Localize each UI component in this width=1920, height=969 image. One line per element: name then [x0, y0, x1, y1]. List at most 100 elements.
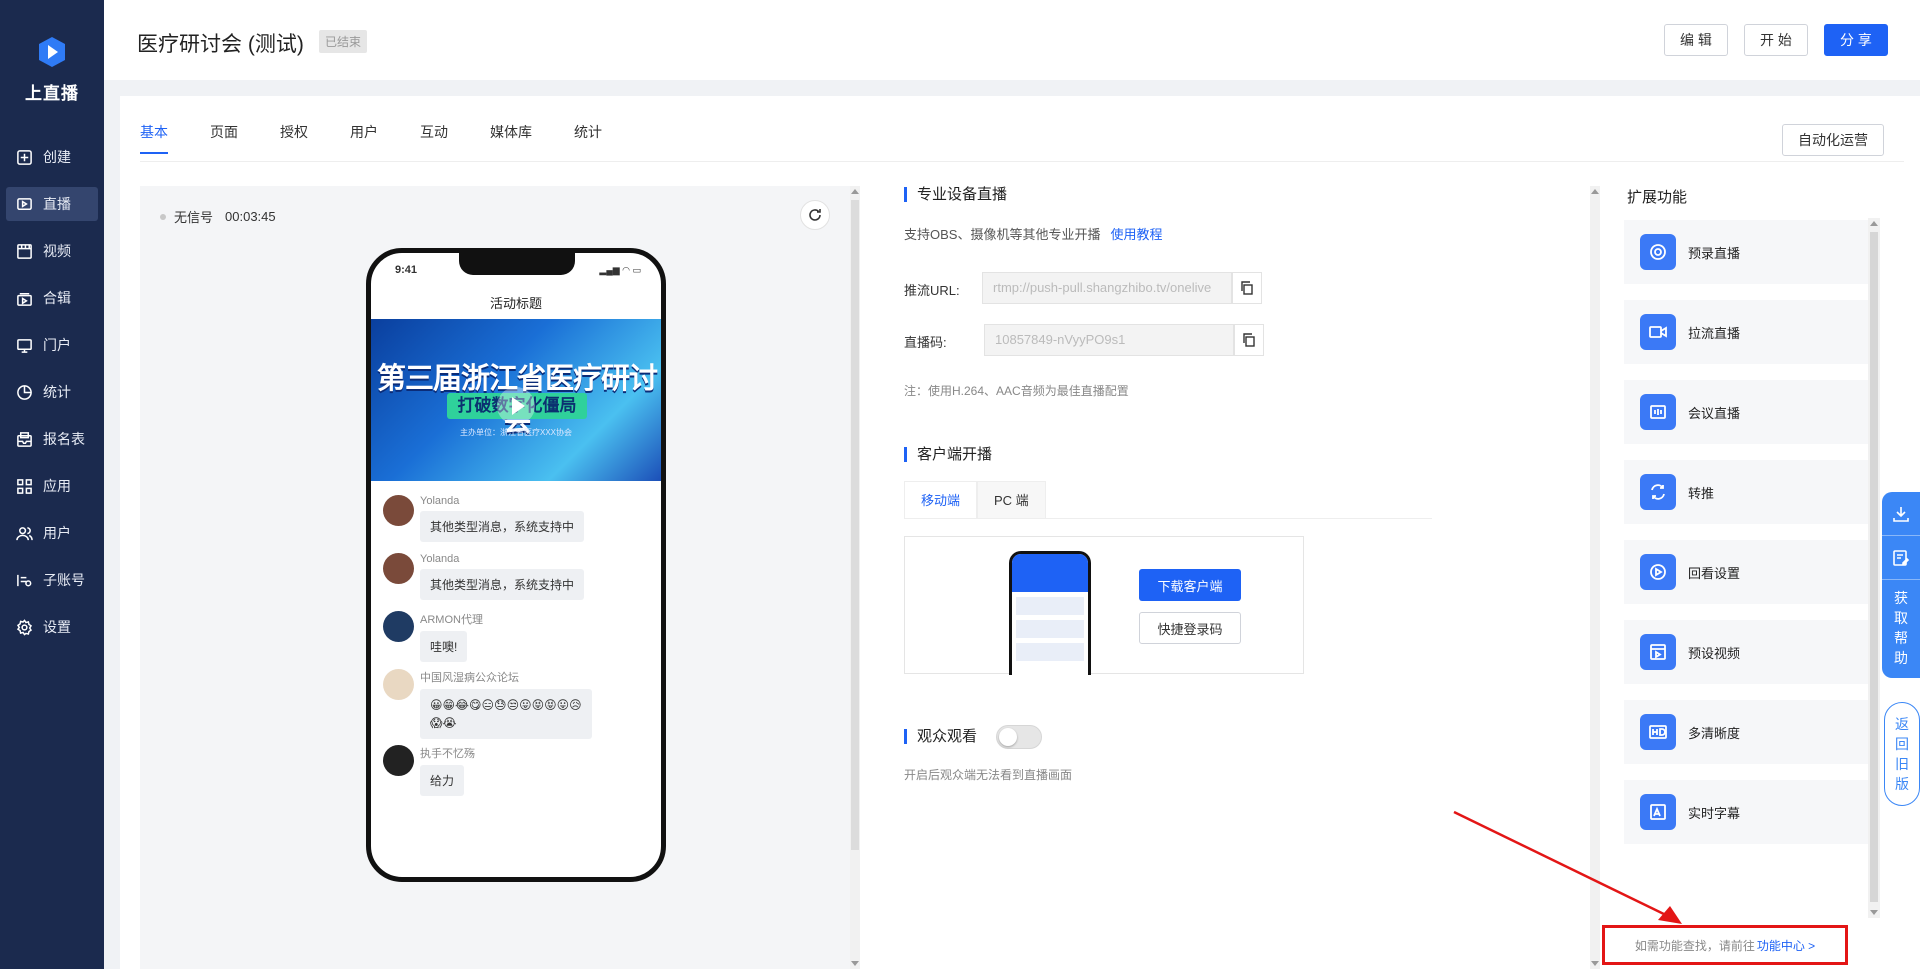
sidebar-item-collection[interactable]: 合辑 [6, 281, 98, 315]
copy-icon [1243, 333, 1255, 347]
feedback-float-button[interactable] [1882, 536, 1920, 580]
client-download-box: 下载客户端 快捷登录码 [904, 536, 1304, 675]
sub-account-icon [17, 574, 32, 586]
phone-preview: 9:41 ▂▄▆ ◠ ▭ 活动标题 第三届浙江省医疗研讨会 打破数字化僵局 主办… [366, 248, 666, 882]
phone-time: 9:41 [395, 264, 418, 276]
sidebar-item-video[interactable]: 视频 [6, 234, 98, 268]
ext-item-prerecord[interactable]: 预录直播 [1624, 220, 1868, 284]
ext-item-label: 预设视频 [1688, 645, 1741, 661]
automation-button[interactable]: 自动化运营 [1782, 124, 1884, 156]
tab-auth[interactable]: 授权 [280, 122, 308, 154]
sidebar-item-label: 设置 [43, 619, 71, 635]
extensions-title: 扩展功能 [1627, 189, 1688, 206]
app-preview-image [1009, 551, 1091, 675]
plus-square-icon [17, 149, 32, 165]
copy-code-button[interactable] [1234, 324, 1264, 356]
chat-message: ARMON代理 哇噢! [383, 611, 483, 662]
edit-note-icon [1893, 549, 1910, 566]
sidebar-item-signup[interactable]: 报名表 [6, 422, 98, 456]
sidebar-item-users[interactable]: 用户 [6, 516, 98, 550]
ext-item-pull-stream[interactable]: 拉流直播 [1624, 300, 1868, 364]
scroll-down-icon[interactable] [1591, 961, 1599, 966]
scroll-thumb[interactable] [1870, 232, 1878, 902]
sidebar-item-label: 直播 [43, 196, 71, 212]
scroll-thumb[interactable] [851, 200, 859, 850]
pro-device-desc-text: 支持OBS、摄像机等其他专业开播 [904, 227, 1101, 242]
sidebar-item-label: 应用 [43, 478, 71, 494]
ext-item-playback[interactable]: 回看设置 [1624, 540, 1868, 604]
sidebar-item-stats[interactable]: 统计 [6, 375, 98, 409]
sidebar-item-label: 统计 [43, 384, 71, 400]
sidebar-item-live[interactable]: 直播 [6, 187, 98, 221]
tab-mobile[interactable]: 移动端 [904, 481, 978, 519]
scroll-down-icon[interactable] [1870, 910, 1878, 915]
tab-page[interactable]: 页面 [210, 122, 238, 154]
sidebar-item-portal[interactable]: 门户 [6, 328, 98, 362]
quick-login-button[interactable]: 快捷登录码 [1139, 612, 1241, 644]
client-title: 客户端开播 [904, 447, 992, 462]
scroll-up-icon[interactable] [851, 189, 859, 194]
pro-device-title: 专业设备直播 [904, 187, 1007, 202]
tab-interaction[interactable]: 互动 [420, 122, 448, 154]
form-icon [17, 431, 32, 447]
ext-item-meeting[interactable]: 会议直播 [1624, 380, 1868, 444]
preview-scrollbar[interactable] [850, 186, 860, 969]
download-float-button[interactable] [1882, 492, 1920, 536]
extensions-scrollbar[interactable] [1868, 218, 1880, 918]
play-icon[interactable] [497, 387, 535, 425]
scroll-down-icon[interactable] [851, 961, 859, 966]
sidebar-nav: 创建 直播 视频 合辑 门户 统计 报名表 应用 用户 子账号 设置 [0, 140, 104, 657]
function-center-link[interactable]: 功能中心 > [1757, 937, 1815, 954]
push-url-label: 推流URL: [904, 283, 960, 298]
download-client-button[interactable]: 下载客户端 [1139, 569, 1241, 601]
avatar [383, 669, 414, 700]
get-help-button[interactable]: 获取帮助 [1894, 588, 1908, 668]
stream-code-field[interactable]: 10857849-nVyyPO9s1 [984, 324, 1234, 356]
back-to-old-version-button[interactable]: 返回旧版 [1884, 702, 1920, 806]
repush-icon [1640, 474, 1676, 510]
config-note: 注：使用H.264、AAC音频为最佳直播配置 [904, 384, 1129, 398]
scroll-up-icon[interactable] [1870, 221, 1878, 226]
collection-icon [17, 292, 32, 306]
tabs-divider [140, 161, 1904, 162]
chat-message: Yolanda 其他类型消息，系统支持中 [383, 495, 585, 542]
function-center-note: 如需功能查找，请前往 功能中心 > [1602, 925, 1848, 965]
playback-icon [1640, 554, 1676, 590]
refresh-button[interactable] [800, 200, 830, 230]
sidebar-item-create[interactable]: 创建 [6, 140, 98, 174]
tutorial-link[interactable]: 使用教程 [1110, 227, 1162, 242]
ext-item-label: 多清晰度 [1688, 725, 1741, 741]
start-button[interactable]: 开 始 [1744, 24, 1808, 56]
push-url-field[interactable]: rtmp://push-pull.shangzhibo.tv/onelive [982, 272, 1232, 304]
avatar [383, 611, 414, 642]
film-icon [17, 243, 32, 259]
ext-item-repush[interactable]: 转推 [1624, 460, 1868, 524]
ext-item-multi-res[interactable]: 多清晰度 [1624, 700, 1868, 764]
sidebar-item-label: 创建 [43, 149, 71, 165]
banner-organizer: 主办单位：浙江省医疗XXX协会 [459, 428, 572, 437]
status-badge: 已结束 [319, 30, 368, 53]
share-button[interactable]: 分 享 [1824, 24, 1888, 56]
chat-message: 执手不忆殇 给力 [383, 745, 475, 796]
edit-button[interactable]: 编 辑 [1664, 24, 1728, 56]
sidebar-item-apps[interactable]: 应用 [6, 469, 98, 503]
chat-bubble: 其他类型消息，系统支持中 [420, 511, 585, 542]
sidebar-item-subaccount[interactable]: 子账号 [6, 563, 98, 597]
tab-users[interactable]: 用户 [350, 122, 378, 154]
tab-basic[interactable]: 基本 [140, 122, 168, 154]
tab-bar: 基本 页面 授权 用户 互动 媒体库 统计 [140, 122, 644, 154]
apps-icon [17, 478, 32, 494]
event-banner[interactable]: 第三届浙江省医疗研讨会 打破数字化僵局 主办单位：浙江省医疗XXX协会 [371, 319, 661, 481]
ext-item-preset-video[interactable]: 预设视频 [1624, 620, 1868, 684]
copy-url-button[interactable] [1232, 272, 1262, 304]
scroll-up-icon[interactable] [1591, 189, 1599, 194]
sidebar-item-settings[interactable]: 设置 [6, 610, 98, 644]
header: 医疗研讨会 (测试) 已结束 编 辑 开 始 分 享 [104, 0, 1920, 80]
logo[interactable]: 上直播 [0, 36, 104, 104]
tab-media[interactable]: 媒体库 [490, 122, 532, 154]
download-icon [1893, 506, 1909, 522]
function-note-text: 如需功能查找，请前往 [1634, 938, 1755, 953]
audience-toggle[interactable] [996, 725, 1042, 749]
tab-statistics[interactable]: 统计 [574, 122, 602, 154]
tab-pc[interactable]: PC 端 [977, 481, 1046, 519]
